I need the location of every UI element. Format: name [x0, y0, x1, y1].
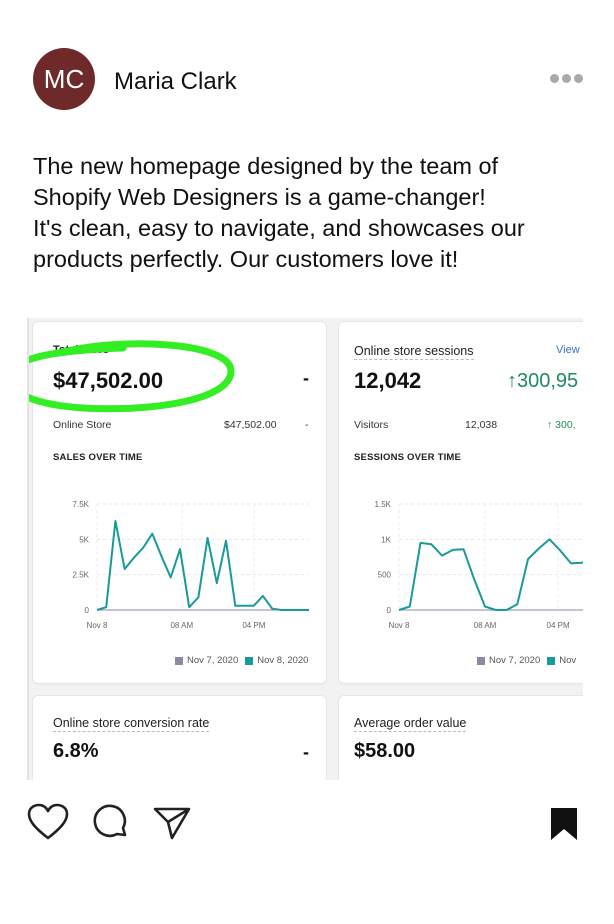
x-tick-label: Nov 8 [87, 621, 108, 630]
sessions-change: ↑300,95 [507, 370, 579, 392]
caption-line: It's clean, easy to navigate, and showca… [33, 215, 525, 241]
legend-swatch [245, 656, 254, 665]
x-tick-label: 08 AM [170, 621, 193, 630]
post-header: MC Maria Clark [33, 48, 583, 110]
post-actions [0, 800, 614, 850]
y-tick-label: 5K [79, 535, 89, 544]
card-title: Online store conversion rate [53, 716, 210, 732]
comment-icon[interactable] [92, 804, 130, 842]
card-title: Online store sessions [354, 344, 474, 360]
avatar[interactable]: MC [33, 48, 95, 110]
more-options-icon[interactable] [550, 74, 583, 83]
dashboard-image: Total sales $47,502.00 - Online Store $4… [27, 318, 583, 780]
aov-value: $58.00 [354, 740, 416, 762]
row-value: 12,038 [465, 419, 498, 431]
x-tick-label: 08 AM [474, 621, 497, 630]
legend-swatch [477, 656, 485, 665]
legend-label: Nov 8, 2020 [257, 655, 309, 666]
legend-swatch [175, 656, 183, 665]
x-tick-label: 04 PM [242, 621, 265, 630]
highlight-circle [29, 340, 235, 413]
y-tick-label: 0 [387, 606, 392, 615]
legend-label: Nov [559, 655, 577, 666]
caption-line: The new homepage designed by the team of [33, 153, 499, 179]
share-icon[interactable] [152, 805, 192, 841]
y-tick-label: 1.5K [375, 500, 392, 509]
card-title: Average order value [354, 716, 467, 732]
section-title: SESSIONS OVER TIME [354, 452, 462, 463]
sessions-value: 12,042 [354, 368, 422, 393]
y-tick-label: 0 [85, 606, 90, 615]
legend-label: Nov 7, 2020 [489, 655, 541, 666]
section-title: SALES OVER TIME [53, 452, 143, 463]
sessions-chart: 0 500 1K 1.5K Nov 8 08 AM 04 PM [375, 500, 583, 630]
view-link[interactable]: View [556, 344, 580, 356]
chart-legend: Nov 7, 2020 Nov 8, 2020 [175, 655, 308, 666]
sales-chart: 0 2.5K 5K 7.5K Nov 8 08 AM 04 PM [73, 500, 309, 630]
y-tick-label: 1K [381, 535, 391, 544]
caption-line: products perfectly. Our customers love i… [33, 246, 459, 272]
username[interactable]: Maria Clark [114, 68, 237, 96]
heart-icon[interactable] [27, 803, 69, 841]
sessions-card: Online store sessions View 12,042 ↑300,9… [339, 322, 583, 683]
chart-legend: Nov 7, 2020 Nov [477, 655, 576, 666]
x-tick-label: Nov 8 [389, 621, 410, 630]
change-dash: - [303, 742, 309, 762]
aov-card: Average order value $58.00 [339, 696, 583, 780]
row-label: Visitors [354, 419, 389, 431]
y-tick-label: 7.5K [73, 500, 90, 509]
bookmark-icon[interactable] [550, 807, 578, 841]
y-tick-label: 2.5K [73, 571, 90, 580]
caption-line: Shopify Web Designers is a game-changer! [33, 184, 486, 210]
legend-swatch [547, 656, 556, 665]
y-tick-label: 500 [378, 571, 392, 580]
legend-label: Nov 7, 2020 [187, 655, 239, 666]
x-tick-label: 04 PM [547, 621, 570, 630]
row-dash: - [305, 419, 309, 431]
conversion-card: Online store conversion rate 6.8% - [33, 696, 326, 780]
series-line [96, 520, 309, 611]
post-caption: The new homepage designed by the team of… [33, 151, 593, 275]
row-change: ↑ 300, [547, 419, 576, 431]
conversion-value: 6.8% [53, 740, 99, 762]
change-dash: - [303, 368, 309, 388]
